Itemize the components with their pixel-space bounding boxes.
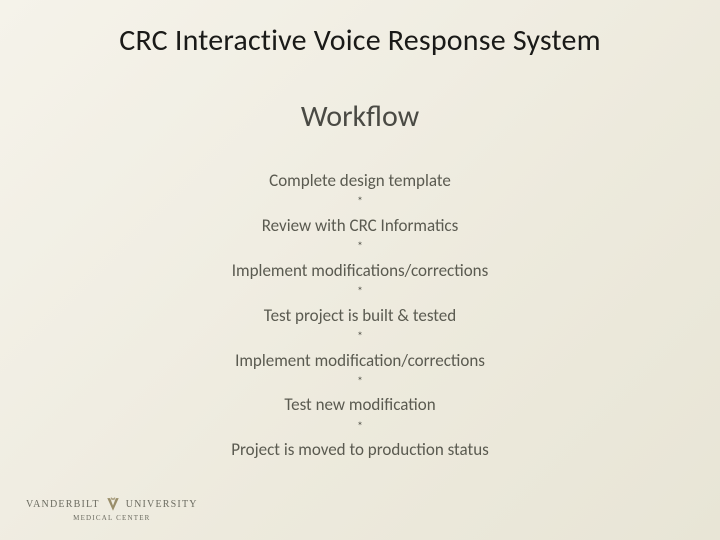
footer-brand-right: UNIVERSITY	[126, 500, 198, 510]
workflow-step: Test new modification	[0, 394, 720, 416]
slide-title: CRC Interactive Voice Response System	[0, 22, 720, 59]
step-separator-icon: *	[0, 374, 720, 391]
footer-brand-sub: MEDICAL CENTER	[73, 515, 150, 522]
step-separator-icon: *	[0, 239, 720, 256]
workflow-step: Implement modification/corrections	[0, 350, 720, 372]
workflow-step: Implement modifications/corrections	[0, 260, 720, 282]
step-separator-icon: *	[0, 419, 720, 436]
workflow-step: Project is moved to production status	[0, 439, 720, 461]
step-separator-icon: *	[0, 329, 720, 346]
workflow-step: Complete design template	[0, 170, 720, 192]
footer-logo: VANDERBILT UNIVERSITY MEDICAL CENTER	[26, 497, 198, 522]
workflow-step: Test project is built & tested	[0, 305, 720, 327]
workflow-steps: Complete design template * Review with C…	[0, 170, 720, 461]
step-separator-icon: *	[0, 194, 720, 211]
workflow-step: Review with CRC Informatics	[0, 215, 720, 237]
slide-subtitle: Workflow	[0, 98, 720, 135]
step-separator-icon: *	[0, 284, 720, 301]
vanderbilt-v-icon	[106, 497, 120, 513]
footer-brand-left: VANDERBILT	[26, 500, 100, 510]
